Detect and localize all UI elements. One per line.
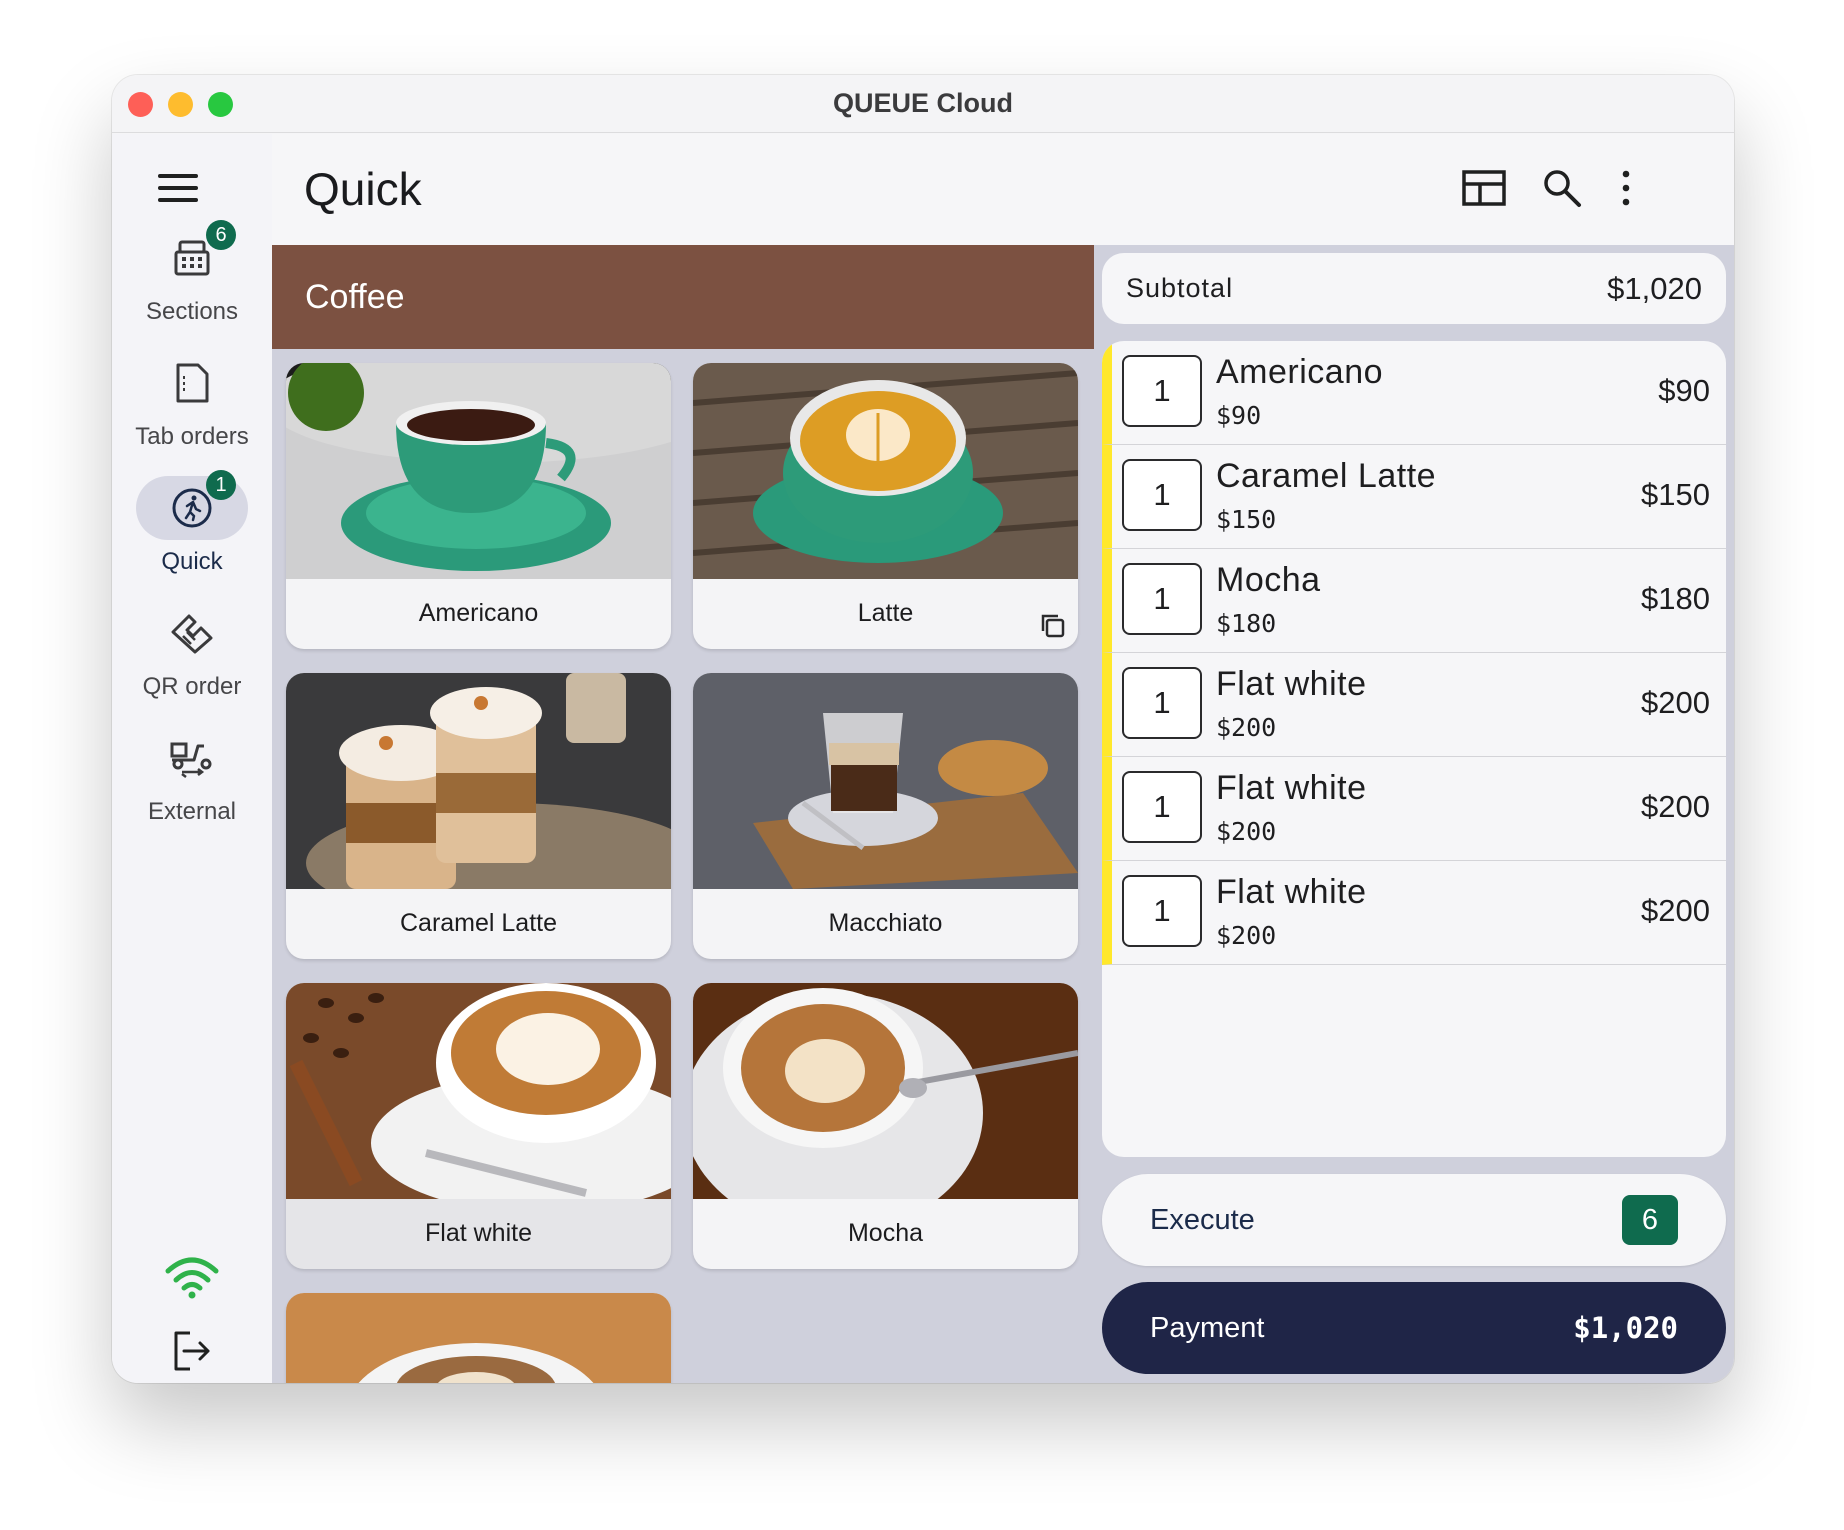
- navigation-rail: 6 Sections Tab orders 1 Quick QR order E…: [112, 134, 272, 1383]
- order-item-total: $200: [1641, 685, 1710, 720]
- americano-photo: [286, 363, 671, 579]
- category-header: Coffee: [272, 245, 1094, 349]
- order-item-unit-price: $180: [1216, 609, 1277, 638]
- order-item-name: Flat white: [1216, 769, 1367, 807]
- order-row[interactable]: 1 Flat white $200 $200: [1102, 861, 1726, 965]
- logout-icon[interactable]: [170, 1329, 214, 1373]
- product-card-caramel-latte[interactable]: Caramel Latte: [286, 673, 671, 959]
- quantity-box[interactable]: 1: [1122, 459, 1202, 531]
- flat-white-photo: [286, 983, 671, 1199]
- product-name: Flat white: [425, 1219, 532, 1247]
- nav-label-qr-order: QR order: [142, 673, 242, 700]
- mocha-photo: [693, 983, 1078, 1199]
- quick-badge: 1: [206, 470, 236, 500]
- quantity-box[interactable]: 1: [1122, 355, 1202, 427]
- partial-product-photo: [286, 1293, 671, 1383]
- title-bar: QUEUE Cloud: [112, 75, 1734, 133]
- product-name: Mocha: [847, 1219, 924, 1247]
- product-name: Americano: [418, 599, 539, 627]
- macchiato-photo: [693, 673, 1078, 889]
- nav-label-external: External: [147, 798, 237, 825]
- subtotal-bar: Subtotal $1,020: [1102, 253, 1726, 324]
- quantity-box[interactable]: 1: [1122, 875, 1202, 947]
- order-row[interactable]: 1 Mocha $180 $180: [1102, 549, 1726, 653]
- product-card-mocha[interactable]: Mocha: [693, 983, 1078, 1269]
- product-card-macchiato[interactable]: Macchiato: [693, 673, 1078, 959]
- order-item-total: $90: [1658, 373, 1710, 408]
- order-item-total: $180: [1641, 581, 1710, 616]
- order-item-unit-price: $200: [1216, 921, 1277, 950]
- layout-icon[interactable]: [1462, 168, 1506, 208]
- quantity-box[interactable]: 1: [1122, 667, 1202, 739]
- order-item-total: $200: [1641, 789, 1710, 824]
- payment-total: $1,020: [1573, 1311, 1678, 1345]
- order-row[interactable]: 1 Flat white $200 $200: [1102, 653, 1726, 757]
- page-title: Quick: [304, 163, 422, 215]
- product-card-partial[interactable]: [286, 1293, 671, 1383]
- order-item-name: Americano: [1216, 353, 1384, 391]
- execute-count-badge: 6: [1622, 1195, 1678, 1245]
- nav-label-sections: Sections: [145, 298, 239, 325]
- order-item-list: 1 Americano $90 $90 1 Caramel Latte $150…: [1102, 341, 1726, 1157]
- caramel-latte-photo: [286, 673, 671, 889]
- order-item-name: Caramel Latte: [1216, 457, 1437, 495]
- product-card-latte[interactable]: Latte: [693, 363, 1078, 649]
- wifi-icon: [165, 1257, 219, 1299]
- product-card-americano[interactable]: Americano: [286, 363, 671, 649]
- nav-item-external[interactable]: External: [112, 726, 272, 826]
- cash-register-icon: [174, 240, 210, 276]
- copy-icon[interactable]: [1038, 611, 1066, 639]
- nav-item-quick[interactable]: 1 Quick: [112, 470, 272, 576]
- nav-item-sections[interactable]: 6 Sections: [112, 220, 272, 326]
- latte-photo: [693, 363, 1078, 579]
- sections-badge: 6: [206, 220, 236, 250]
- order-row[interactable]: 1 Caramel Latte $150 $150: [1102, 445, 1726, 549]
- document-icon: [176, 363, 209, 403]
- handshake-icon: [171, 614, 213, 654]
- execute-button[interactable]: Execute 6: [1102, 1174, 1726, 1266]
- more-vert-icon[interactable]: [1618, 168, 1634, 208]
- order-panel: Subtotal $1,020 1 Americano $90 $90 1 Ca…: [1094, 245, 1734, 1383]
- order-item-unit-price: $90: [1216, 401, 1262, 430]
- order-item-unit-price: $200: [1216, 817, 1277, 846]
- subtotal-label: Subtotal: [1126, 273, 1234, 303]
- nav-label-quick: Quick: [161, 548, 223, 575]
- subtotal-value: $1,020: [1607, 270, 1702, 306]
- product-grid: Coffee Americano Latte Caramel Latte Mac…: [272, 245, 1094, 1383]
- product-name: Caramel Latte: [399, 909, 558, 937]
- order-item-name: Flat white: [1216, 665, 1367, 703]
- quick-run-icon: [172, 488, 212, 528]
- order-item-unit-price: $150: [1216, 505, 1277, 534]
- order-item-name: Mocha: [1216, 561, 1321, 599]
- nav-label-tab-orders: Tab orders: [135, 423, 249, 450]
- quantity-box[interactable]: 1: [1122, 771, 1202, 843]
- order-item-total: $200: [1641, 893, 1710, 928]
- product-name: Latte: [857, 599, 914, 627]
- payment-label: Payment: [1150, 1311, 1265, 1344]
- order-row[interactable]: 1 Americano $90 $90: [1102, 341, 1726, 445]
- quantity-box[interactable]: 1: [1122, 563, 1202, 635]
- payment-button[interactable]: Payment $1,020: [1102, 1282, 1726, 1374]
- product-name: Macchiato: [828, 909, 943, 937]
- execute-label: Execute: [1150, 1203, 1255, 1236]
- app-window: QUEUE Cloud 6 Sections Tab orders 1 Quic…: [112, 75, 1734, 1383]
- nav-item-tab-orders[interactable]: Tab orders: [112, 351, 272, 451]
- top-app-bar: Quick: [272, 134, 1734, 245]
- window-title: QUEUE Cloud: [833, 88, 1013, 118]
- order-row[interactable]: 1 Flat white $200 $200: [1102, 757, 1726, 861]
- search-icon[interactable]: [1542, 168, 1582, 208]
- order-item-name: Flat white: [1216, 873, 1367, 911]
- product-card-flat-white[interactable]: Flat white: [286, 983, 671, 1269]
- delivery-scooter-icon: [170, 742, 212, 778]
- order-item-unit-price: $200: [1216, 713, 1277, 742]
- order-item-total: $150: [1641, 477, 1710, 512]
- nav-item-qr-order[interactable]: QR order: [112, 601, 272, 701]
- hamburger-menu-icon[interactable]: [158, 174, 198, 206]
